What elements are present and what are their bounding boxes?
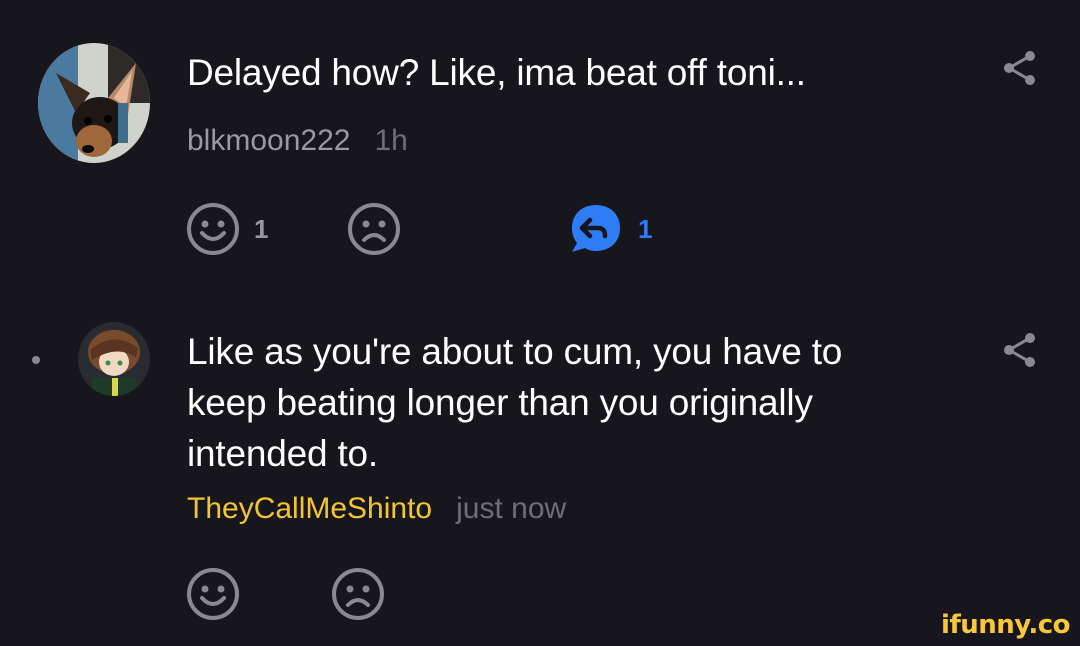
frown-icon <box>332 568 384 620</box>
comment-text: Like as you're about to cum, you have to… <box>187 331 843 474</box>
share-icon[interactable] <box>1000 330 1040 370</box>
username[interactable]: TheyCallMeShinto <box>187 492 432 525</box>
reply-count: 1 <box>638 213 653 244</box>
avatar[interactable] <box>78 322 150 396</box>
share-icon[interactable] <box>1000 48 1040 88</box>
comment-text: Delayed how? Like, ima beat off toni... <box>187 52 806 93</box>
smile-count: 1 <box>254 213 269 244</box>
username[interactable]: blkmoon222 <box>187 124 350 157</box>
timestamp: 1h <box>374 124 408 157</box>
reply-bubble-icon <box>572 205 620 252</box>
smile-icon <box>187 203 239 255</box>
reply-action[interactable]: 1 <box>568 202 652 256</box>
thread-bullet <box>32 356 40 364</box>
frown-reaction[interactable] <box>347 202 401 256</box>
comment-meta: blkmoon222 1h <box>187 124 408 158</box>
avatar[interactable] <box>38 43 150 163</box>
smile-reaction[interactable]: 1 <box>186 202 268 256</box>
frown-reaction[interactable] <box>331 567 385 621</box>
watermark: ifunny.co <box>941 610 1070 640</box>
frown-icon <box>348 203 400 255</box>
smile-reaction[interactable] <box>186 567 240 621</box>
timestamp: just now <box>456 492 567 525</box>
comment-meta: TheyCallMeShinto just now <box>187 492 566 526</box>
smile-icon <box>187 568 239 620</box>
